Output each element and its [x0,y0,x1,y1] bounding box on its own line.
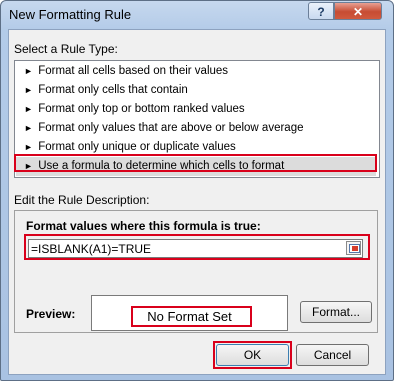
rule-type-item-label: Format all cells based on their values [38,65,229,77]
rule-description-panel: Format values where this formula is true… [14,210,378,333]
dialog-window: New Formatting Rule ? ✕ Select a Rule Ty… [0,0,394,381]
formula-prompt: Format values where this formula is true… [26,219,261,233]
rule-type-label: Select a Rule Type: [14,42,118,56]
cancel-button[interactable]: Cancel [296,344,369,366]
rule-type-item[interactable]: ► Format only cells that contain [16,81,376,100]
rule-type-item[interactable]: ► Format only values that are above or b… [16,119,376,138]
formula-highlight-frame [24,234,370,260]
arrow-icon: ► [24,123,33,133]
rule-description-label: Edit the Rule Description: [14,193,150,207]
preview-highlight-frame [131,306,252,327]
help-button[interactable]: ? [308,2,334,20]
dialog-body: Select a Rule Type: ► Format all cells b… [8,29,386,375]
preview-label: Preview: [26,307,76,321]
rule-highlight-frame [14,154,377,172]
close-button[interactable]: ✕ [334,2,382,20]
rule-type-item[interactable]: ► Format all cells based on their values [16,62,376,81]
rule-type-item-label: Format only values that are above or bel… [38,122,304,134]
arrow-icon: ► [24,66,33,76]
rule-type-item-label: Format only top or bottom ranked values [38,103,245,115]
rule-type-item-label: Format only unique or duplicate values [38,141,236,153]
title-bar: New Formatting Rule ? ✕ [1,1,393,29]
dialog-title: New Formatting Rule [9,7,132,22]
rule-type-item[interactable]: ► Format only top or bottom ranked value… [16,100,376,119]
arrow-icon: ► [24,85,33,95]
rule-type-item-label: Format only cells that contain [38,84,188,96]
ok-button[interactable]: OK [216,344,289,366]
arrow-icon: ► [24,104,33,114]
format-button[interactable]: Format... [300,301,372,323]
